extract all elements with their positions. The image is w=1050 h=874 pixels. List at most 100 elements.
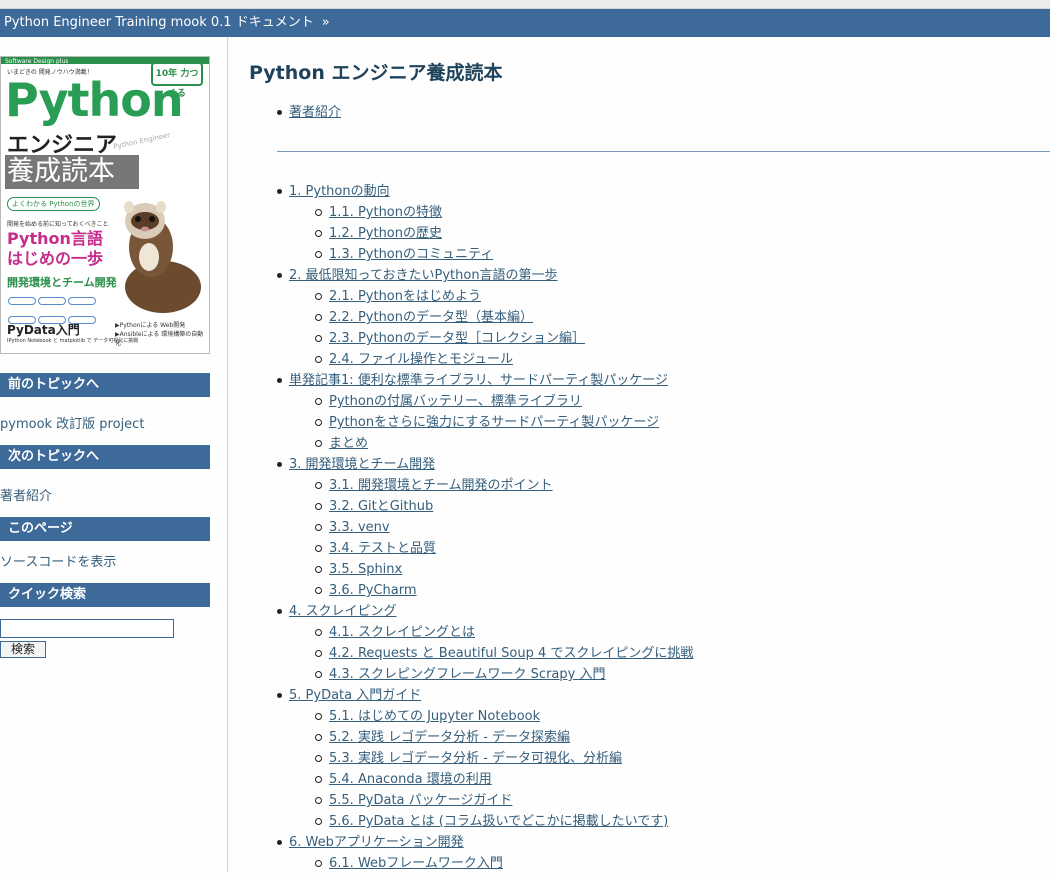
doc-home-link[interactable]: Python Engineer Training mook 0.1 ドキュメント [4, 15, 314, 30]
toc-section: 3.3. venv [229, 517, 693, 538]
cover-world-label: よくわかる Pythonの世界 [7, 197, 100, 211]
toc-link[interactable]: 5.3. 実践 レゴデータ分析 - データ可視化、分析編 [329, 751, 622, 766]
toc-section: 3.5. Sphinx [229, 559, 693, 580]
toc-link[interactable]: 5.5. PyData パッケージガイド [329, 793, 512, 808]
toc-section: 4.3. スクレピングフレームワーク Scrapy 入門 [229, 664, 693, 685]
toc-link[interactable]: 2. 最低限知っておきたいPython言語の第一歩 [289, 268, 558, 283]
toc-section: 1.2. Pythonの歴史 [229, 223, 693, 244]
toc-link[interactable]: 3. 開発環境とチーム開発 [289, 457, 435, 472]
toc-section: 2.1. Pythonをはじめよう [229, 286, 693, 307]
cover-pydata-text: PyData入門 [7, 323, 80, 337]
toc-section: 5.1. はじめての Jupyter Notebook [229, 706, 693, 727]
toc-link[interactable]: まとめ [329, 436, 368, 451]
page-title: Python エンジニア養成読本 [249, 62, 503, 84]
toc-link[interactable]: 1.3. Pythonのコミュニティ [329, 247, 493, 262]
cover-python-logo: Python [5, 73, 184, 127]
search-button[interactable]: 検索 [0, 641, 46, 658]
cover-pink-line2: はじめの一歩 [7, 249, 104, 268]
toc-section: 2.4. ファイル操作とモジュール [229, 349, 693, 370]
sidebar: Software Design plus いまどきの 開発ノウハウ満載！ 10年… [0, 37, 228, 872]
toc-link[interactable]: 4.2. Requests と Beautiful Soup 4 でスクレイピン… [329, 646, 693, 661]
toc-chapter: 3. 開発環境とチーム開発 [229, 454, 693, 475]
prev-topic-heading: 前のトピックへ [0, 373, 210, 397]
cover-web-text: ▶Pythonによる Web開発 ▶Ansibleによる 環境構築の自動化 [115, 321, 209, 348]
toc-link[interactable]: 3.6. PyCharm [329, 583, 417, 598]
toc-link[interactable]: 4. スクレイピング [289, 604, 397, 619]
related-bar: Python Engineer Training mook 0.1 ドキュメント… [0, 9, 1050, 37]
toc-chapter: 6. Webアプリケーション開発 [229, 832, 693, 853]
breadcrumb-separator: » [321, 15, 330, 30]
toc-link[interactable]: 2.3. Pythonのデータ型［コレクション編］ [329, 331, 585, 346]
show-source-link[interactable]: ソースコードを表示 [0, 551, 116, 570]
toc-chapter: 単発記事1: 便利な標準ライブラリ、サードパーティ製パッケージ [229, 370, 693, 391]
toc-section: 3.1. 開発環境とチーム開発のポイント [229, 475, 693, 496]
author-intro-link[interactable]: 著者紹介 [289, 105, 341, 120]
toc-section: 5.5. PyData パッケージガイド [229, 790, 693, 811]
cover-subtitle-en: Python Engineer [112, 131, 171, 151]
toc-section: 2.2. Pythonのデータ型（基本編） [229, 307, 693, 328]
table-of-contents: 1. Pythonの動向 1.1. Pythonの特徴 1.2. Pythonの歴史… [229, 181, 693, 874]
toc-link[interactable]: 1. Pythonの動向 [289, 184, 390, 199]
toc-section: Pythonの付属バッテリー、標準ライブラリ [229, 391, 693, 412]
toc-section: 5.2. 実践 レゴデータ分析 - データ探索編 [229, 727, 693, 748]
cover-yosei-text: 養成読本 [5, 155, 139, 189]
toc-section: 1.3. Pythonのコミュニティ [229, 244, 693, 265]
toc-link[interactable]: 4.3. スクレピングフレームワーク Scrapy 入門 [329, 667, 605, 682]
toc-link[interactable]: Pythonをさらに強力にするサードパーティ製パッケージ [329, 415, 659, 430]
toc-section: 6.1. Webフレームワーク入門 [229, 853, 693, 874]
cover-brand: Software Design plus [5, 58, 69, 65]
next-topic-link[interactable]: 著者紹介 [0, 485, 52, 504]
toc-link[interactable]: 3.2. GitとGithub [329, 499, 433, 514]
next-topic-heading: 次のトピックへ [0, 445, 210, 469]
browser-top-edge [0, 0, 1050, 9]
this-page-heading: このページ [0, 517, 210, 541]
prev-topic-link[interactable]: pymook 改訂版 project [0, 413, 144, 432]
toc-link[interactable]: 5.1. はじめての Jupyter Notebook [329, 709, 540, 724]
toc-link[interactable]: 5.6. PyData とは (コラム扱いでどこかに掲載したいです) [329, 814, 668, 829]
search-input[interactable] [0, 619, 174, 638]
cover-web-line1: ▶Pythonによる Web開発 [115, 322, 186, 329]
toc-section: 5.4. Anaconda 環境の利用 [229, 769, 693, 790]
toc-section: 4.1. スクレイピングとは [229, 622, 693, 643]
toc-link[interactable]: 3.1. 開発環境とチーム開発のポイント [329, 478, 553, 493]
toc-link[interactable]: 6.1. Webフレームワーク入門 [329, 856, 503, 871]
toc-link[interactable]: 3.5. Sphinx [329, 562, 402, 577]
ferret-illustration [124, 201, 201, 313]
toc-link[interactable]: 4.1. スクレイピングとは [329, 625, 475, 640]
toc-link[interactable]: 1.1. Pythonの特徴 [329, 205, 442, 220]
toc-link[interactable]: 1.2. Pythonの歴史 [329, 226, 442, 241]
toc-link[interactable]: 5.2. 実践 レゴデータ分析 - データ探索編 [329, 730, 570, 745]
toc-section: 5.3. 実践 レゴデータ分析 - データ可視化、分析編 [229, 748, 693, 769]
toc-section: 2.3. Pythonのデータ型［コレクション編］ [229, 328, 693, 349]
toc-link[interactable]: 5.4. Anaconda 環境の利用 [329, 772, 492, 787]
cover-python-intro: Python言語 はじめの一歩 [7, 229, 103, 269]
toc-chapter: 5. PyData 入門ガイド [229, 685, 693, 706]
toc-section: 4.2. Requests と Beautiful Soup 4 でスクレイピン… [229, 643, 693, 664]
toc-link[interactable]: 2.2. Pythonのデータ型（基本編） [329, 310, 533, 325]
toc-section: 3.2. GitとGithub [229, 496, 693, 517]
intro-list: 著者紹介 [229, 102, 341, 123]
toc-section: 3.6. PyCharm [229, 580, 693, 601]
toc-link[interactable]: 2.1. Pythonをはじめよう [329, 289, 481, 304]
toc-link[interactable]: 3.3. venv [329, 520, 390, 535]
toc-divider [277, 151, 1050, 152]
toc-chapter: 1. Pythonの動向 [229, 181, 693, 202]
toc-link[interactable]: 3.4. テストと品質 [329, 541, 436, 556]
cover-dev-text: 開発環境とチーム開発 [7, 276, 117, 289]
cover-pink-line1: Python言語 [7, 229, 103, 248]
toc-section: まとめ [229, 433, 693, 454]
toc-section: 1.1. Pythonの特徴 [229, 202, 693, 223]
toc-section: 3.4. テストと品質 [229, 538, 693, 559]
toc-link[interactable]: 6. Webアプリケーション開発 [289, 835, 464, 850]
toc-link[interactable]: 5. PyData 入門ガイド [289, 688, 421, 703]
toc-section: Pythonをさらに強力にするサードパーティ製パッケージ [229, 412, 693, 433]
cover-web-line2: ▶Ansibleによる 環境構築の自動化 [115, 331, 204, 347]
main-content: Python エンジニア養成読本 著者紹介 1. Pythonの動向 1.1. P… [229, 37, 1050, 872]
toc-link[interactable]: 単発記事1: 便利な標準ライブラリ、サードパーティ製パッケージ [289, 373, 668, 388]
toc-chapter: 2. 最低限知っておきたいPython言語の第一歩 [229, 265, 693, 286]
quick-search-heading: クイック検索 [0, 583, 210, 607]
toc-link[interactable]: Pythonの付属バッテリー、標準ライブラリ [329, 394, 582, 409]
cover-small-text: 開発を始める前に知っておくべきこと [7, 221, 109, 228]
book-cover-image[interactable]: Software Design plus いまどきの 開発ノウハウ満載！ 10年… [0, 56, 210, 354]
toc-link[interactable]: 2.4. ファイル操作とモジュール [329, 352, 513, 367]
